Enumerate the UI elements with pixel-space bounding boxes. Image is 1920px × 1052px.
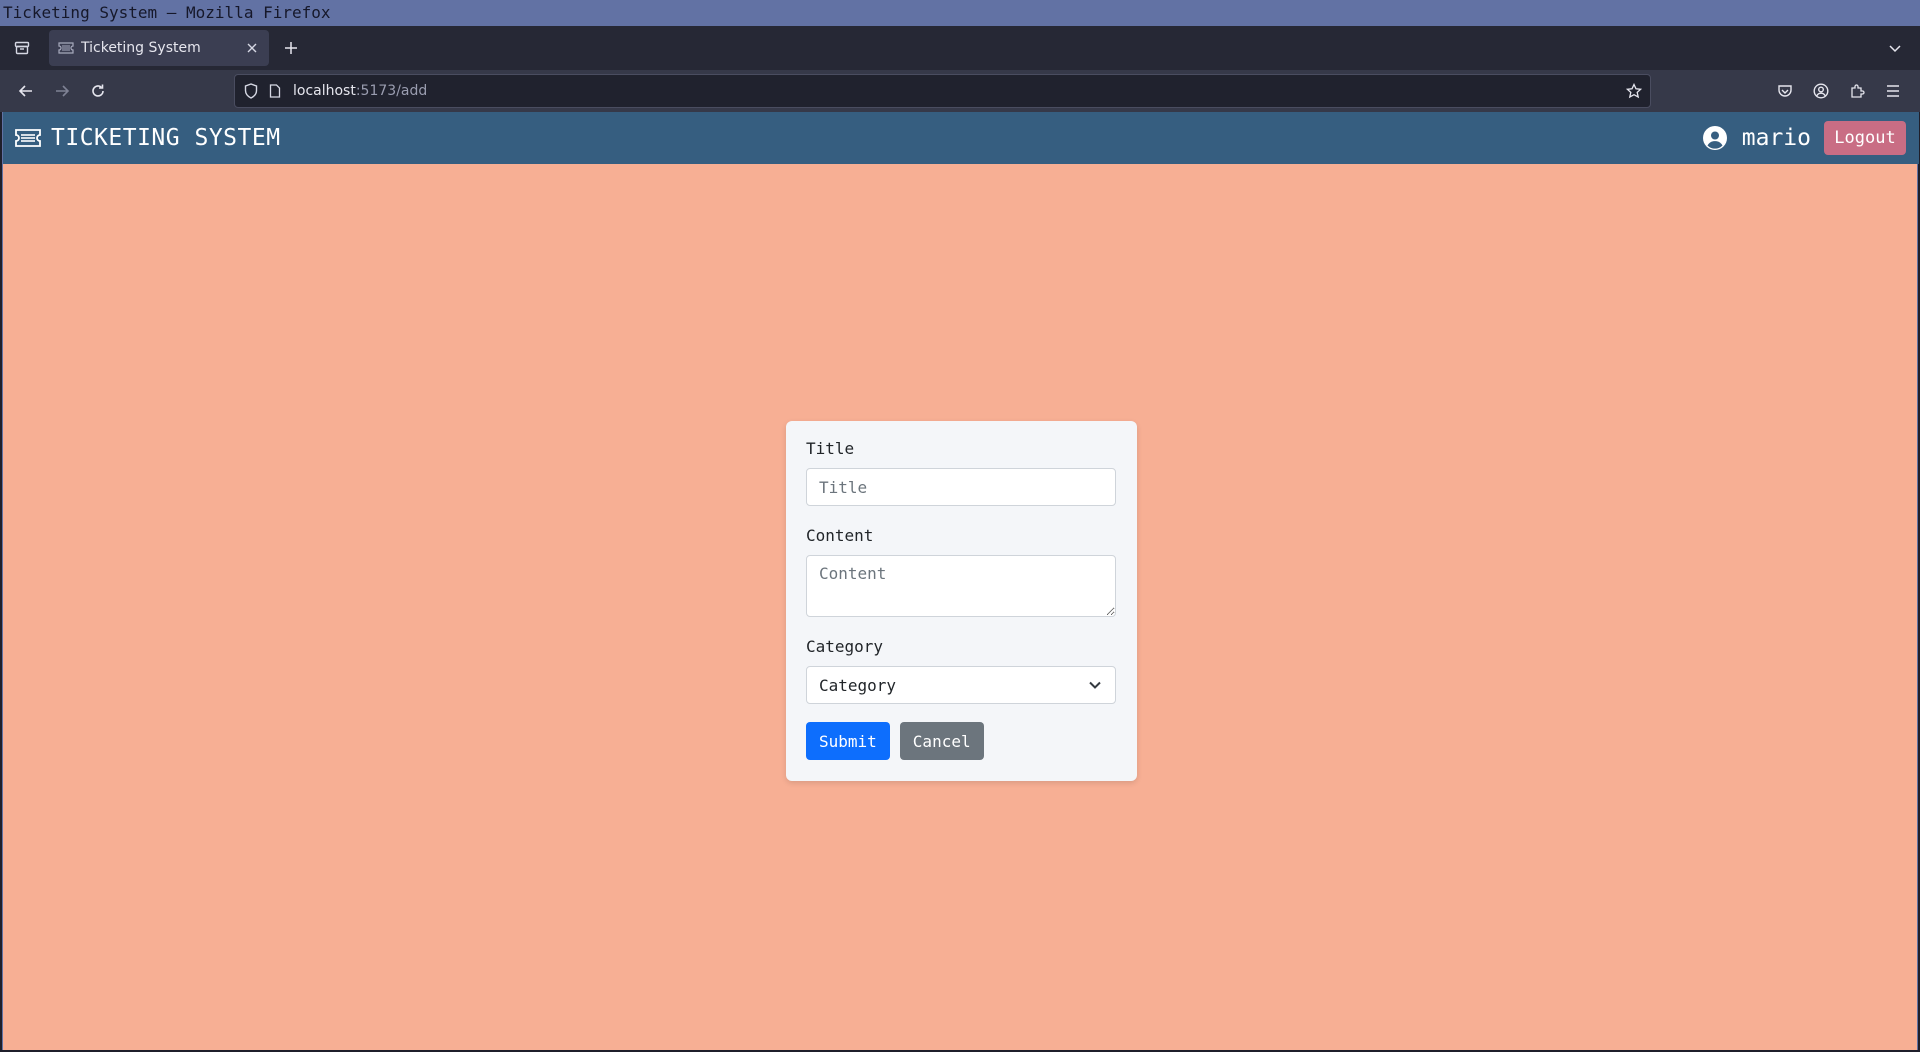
brand-title: TICKETING SYSTEM [51,125,281,151]
user-circle-icon [1702,125,1728,151]
brand[interactable]: TICKETING SYSTEM [14,112,281,164]
username: mario [1741,125,1811,151]
form-actions: Submit Cancel [806,722,1117,760]
tab-bar: Ticketing System [0,26,1920,70]
shield-icon[interactable] [241,81,261,101]
extensions-icon[interactable] [1845,79,1869,103]
category-select[interactable]: Category [806,666,1116,704]
title-label: Title [806,439,855,458]
tab-overview-icon[interactable] [10,36,34,60]
url-path: :5173/add [355,83,428,99]
chevron-down-icon [1087,677,1103,693]
star-icon[interactable] [1624,81,1644,101]
category-label: Category [806,637,884,656]
submit-button[interactable]: Submit [806,722,890,760]
chevron-down-icon[interactable] [1884,37,1906,59]
logout-button[interactable]: Logout [1824,121,1906,155]
pocket-icon[interactable] [1773,79,1797,103]
tab-ticketing-system[interactable]: Ticketing System [49,30,269,66]
back-arrow-icon[interactable] [14,79,38,103]
user-info: mario [1702,112,1811,164]
ticket-icon [57,39,75,57]
window-title: Ticketing System — Mozilla Firefox [0,0,1920,26]
content-label: Content [806,526,874,545]
account-icon[interactable] [1809,79,1833,103]
plus-icon[interactable] [280,37,302,59]
content-textarea[interactable] [806,555,1116,617]
navigation-toolbar: localhost:5173/add [0,70,1920,112]
category-selected-value: Category [819,675,897,695]
forward-arrow-icon[interactable] [50,79,74,103]
url-bar[interactable]: localhost:5173/add [234,74,1651,108]
add-ticket-form: Title Content Category Category Submit C… [786,421,1137,781]
page-viewport: TICKETING SYSTEM mario Logout Title Cont… [2,112,1919,1050]
reload-icon[interactable] [86,79,110,103]
title-input[interactable] [806,468,1116,506]
app-header: TICKETING SYSTEM mario Logout [3,112,1919,164]
page-icon[interactable] [265,81,285,101]
cancel-button[interactable]: Cancel [899,722,984,760]
tab-title: Ticketing System [81,40,201,56]
close-icon[interactable] [241,37,263,59]
url-host: localhost [293,83,356,99]
url-text: localhost:5173/add [293,83,427,99]
ticket-icon [14,127,42,149]
hamburger-menu-icon[interactable] [1881,79,1905,103]
